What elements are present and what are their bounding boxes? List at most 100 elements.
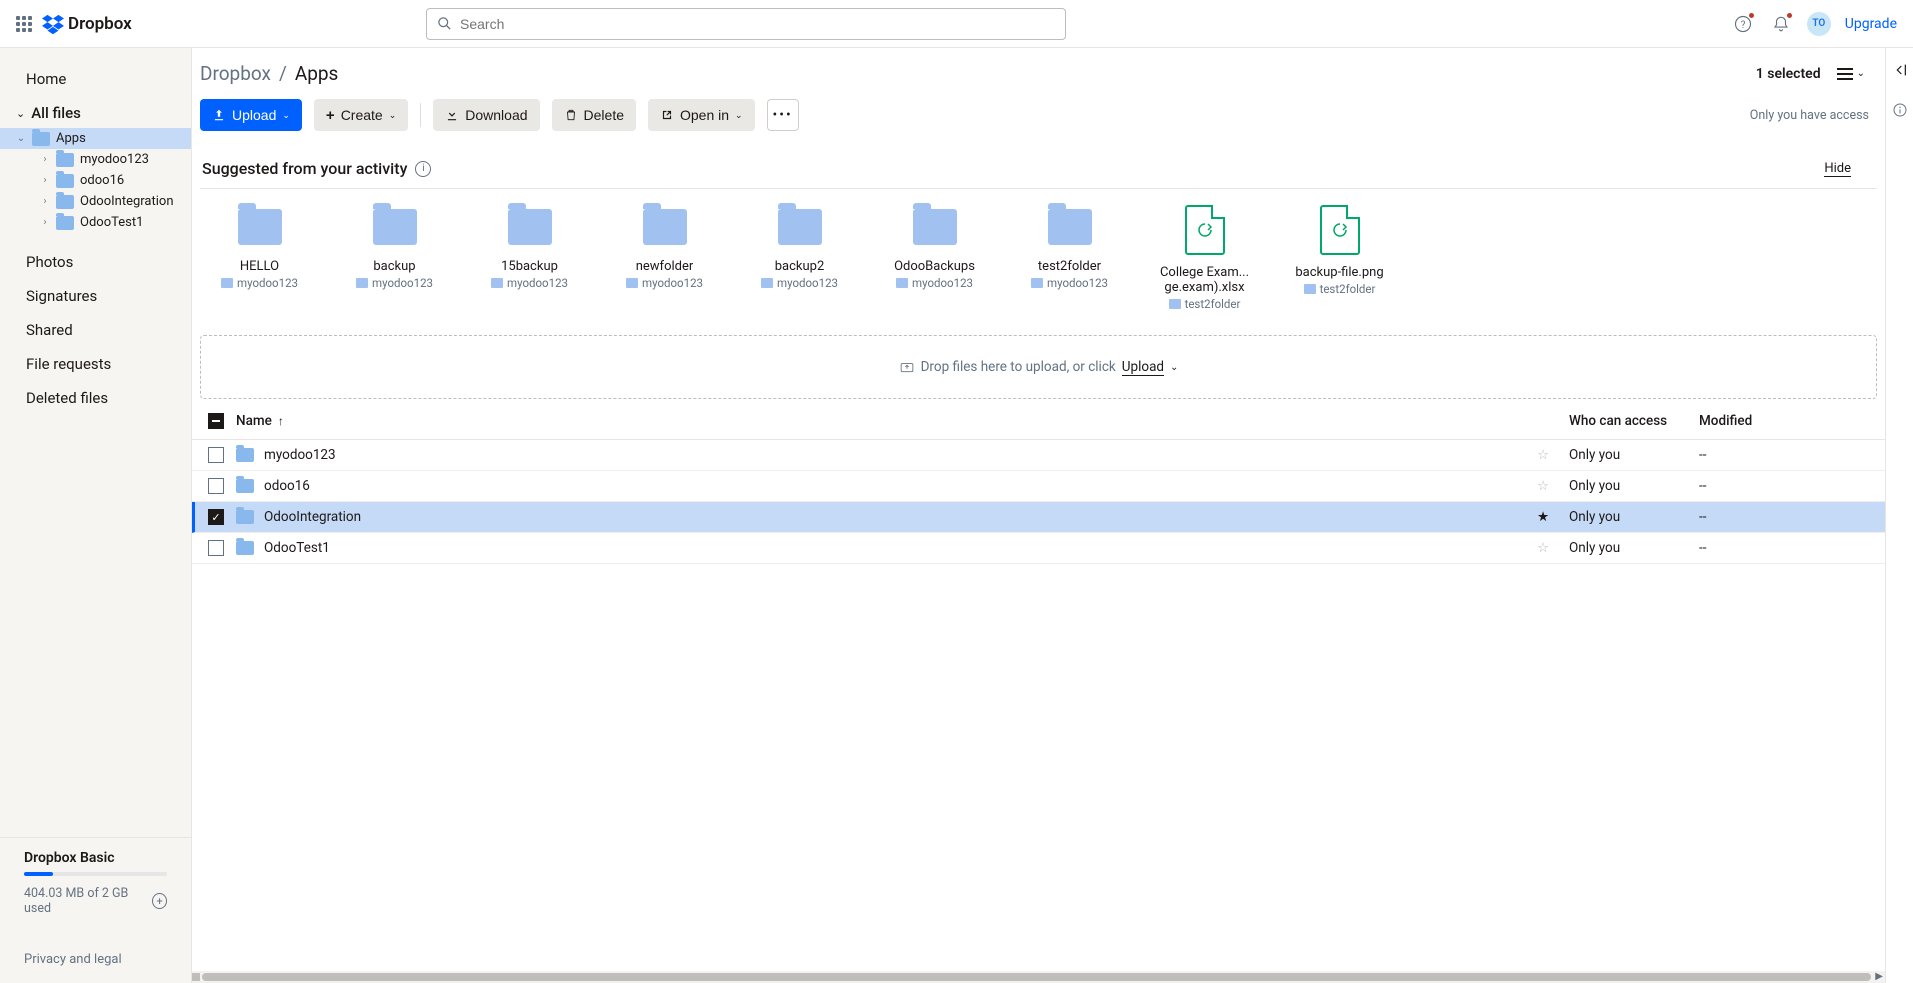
upgrade-storage-button[interactable]: +	[152, 893, 167, 909]
folder-icon	[913, 209, 957, 245]
suggested-name: test2folder	[1038, 259, 1101, 274]
folder-icon	[236, 448, 254, 462]
suggested-path: myodoo123	[896, 276, 973, 290]
sidebar-deleted[interactable]: Deleted files	[0, 381, 191, 415]
table-row[interactable]: OdooTest1☆Only you--	[192, 533, 1885, 564]
download-button[interactable]: Download	[433, 99, 539, 131]
search-field[interactable]	[460, 16, 1055, 32]
plus-icon: +	[326, 107, 335, 124]
suggested-item[interactable]: HELLOmyodoo123	[192, 201, 327, 311]
star-button[interactable]: ☆	[1537, 447, 1553, 463]
select-all-checkbox[interactable]	[208, 413, 224, 429]
table-row[interactable]: odoo16☆Only you--	[192, 471, 1885, 502]
table-row[interactable]: ✓OdooIntegration★Only you--	[192, 502, 1885, 533]
horizontal-scrollbar[interactable]: ▶	[192, 971, 1885, 983]
tree-item-apps[interactable]: ⌄ Apps	[0, 128, 191, 149]
suggested-item[interactable]: 15backup myodoo123	[462, 201, 597, 311]
notifications-button[interactable]	[1769, 12, 1793, 36]
suggested-name: HELLO	[240, 259, 279, 274]
table-row[interactable]: myodoo123☆Only you--	[192, 440, 1885, 471]
openin-button[interactable]: Open in ⌄	[648, 99, 755, 131]
access-text: Only you	[1569, 478, 1699, 494]
sidebar-signatures[interactable]: Signatures	[0, 279, 191, 313]
sidebar-allfiles[interactable]: ⌄ All files	[0, 98, 191, 128]
suggested-path: myodoo123	[491, 276, 568, 290]
help-button[interactable]: ?	[1731, 12, 1755, 36]
star-button[interactable]: ★	[1537, 509, 1553, 525]
access-note: Only you have access	[1750, 108, 1877, 123]
more-actions-button[interactable]: •••	[767, 99, 799, 131]
sidebar-photos[interactable]: Photos	[0, 245, 191, 279]
breadcrumb-current: Apps	[295, 62, 339, 85]
tree-item[interactable]: ›OdooIntegration	[0, 191, 191, 212]
row-checkbox[interactable]: ✓	[208, 509, 224, 525]
suggested-path: myodoo123	[626, 276, 703, 290]
delete-button[interactable]: Delete	[552, 99, 636, 131]
folder-icon	[643, 209, 687, 245]
chevron-right-icon: ›	[40, 196, 50, 207]
folder-icon	[236, 541, 254, 555]
dropbox-icon	[42, 14, 64, 34]
tree-item[interactable]: ›OdooTest1	[0, 212, 191, 233]
suggested-item[interactable]: College Exam...ge.exam).xlsxtest2folder	[1137, 201, 1272, 311]
main-content: Dropbox / Apps 1 selected ⌄ Upload ⌄	[192, 48, 1885, 983]
download-icon	[445, 108, 459, 122]
collapse-panel-button[interactable]	[1892, 62, 1908, 78]
suggested-item[interactable]: OdooBackups myodoo123	[867, 201, 1002, 311]
suggested-item[interactable]: backupmyodoo123	[327, 201, 462, 311]
sidebar-home[interactable]: Home	[0, 62, 191, 98]
folder-icon	[508, 209, 552, 245]
chevron-down-icon: ⌄	[1170, 362, 1178, 373]
row-checkbox[interactable]	[208, 447, 224, 463]
star-button[interactable]: ☆	[1537, 478, 1553, 494]
file-icon	[1320, 205, 1360, 255]
row-checkbox[interactable]	[208, 478, 224, 494]
col-modified-header[interactable]: Modified	[1699, 413, 1869, 429]
storage-bar	[24, 872, 167, 876]
view-toggle-button[interactable]: ⌄	[1837, 67, 1865, 81]
dropbox-logo[interactable]: Dropbox	[42, 14, 132, 34]
search-input[interactable]	[426, 8, 1066, 40]
sidebar-shared[interactable]: Shared	[0, 313, 191, 347]
plan-name: Dropbox Basic	[24, 850, 167, 866]
suggested-item[interactable]: newfolder myodoo123	[597, 201, 732, 311]
suggested-item[interactable]: backup2myodoo123	[732, 201, 867, 311]
breadcrumb-root[interactable]: Dropbox	[200, 62, 271, 85]
sidebar-filerequests[interactable]: File requests	[0, 347, 191, 381]
dropzone-upload-link[interactable]: Upload	[1122, 359, 1164, 376]
suggested-name: newfolder	[636, 259, 694, 274]
suggested-item[interactable]: test2foldermyodoo123	[1002, 201, 1137, 311]
folder-icon	[236, 479, 254, 493]
col-access-header[interactable]: Who can access	[1569, 413, 1699, 429]
create-button[interactable]: + Create ⌄	[314, 99, 408, 131]
search-icon	[437, 16, 452, 31]
selection-count: 1 selected	[1756, 66, 1821, 82]
chevron-down-icon: ⌄	[16, 107, 25, 120]
access-text: Only you	[1569, 540, 1699, 556]
suggested-item[interactable]: backup-file.pngtest2folder	[1272, 201, 1407, 311]
modified-text: --	[1699, 540, 1869, 556]
upload-button[interactable]: Upload ⌄	[200, 99, 302, 131]
row-checkbox[interactable]	[208, 540, 224, 556]
folder-icon	[373, 209, 417, 245]
upgrade-link[interactable]: Upgrade	[1845, 16, 1897, 32]
brand-text: Dropbox	[68, 14, 132, 34]
tree-item[interactable]: ›myodoo123	[0, 149, 191, 170]
tree-item[interactable]: ›odoo16	[0, 170, 191, 191]
dropzone[interactable]: Drop files here to upload, or click Uplo…	[200, 335, 1877, 399]
suggested-name: OdooBackups	[894, 259, 975, 274]
info-panel-button[interactable]	[1892, 102, 1908, 118]
privacy-legal-link[interactable]: Privacy and legal	[24, 952, 167, 967]
hide-suggested-button[interactable]: Hide	[1824, 161, 1851, 177]
suggested-name: 15backup	[501, 259, 558, 274]
avatar[interactable]: TO	[1807, 12, 1831, 36]
storage-text: 404.03 MB of 2 GB used	[24, 886, 146, 916]
col-name-header[interactable]: Name ↑	[236, 413, 1533, 429]
info-icon[interactable]: i	[415, 161, 431, 177]
modified-text: --	[1699, 478, 1869, 494]
suggested-grid: HELLOmyodoo123backupmyodoo12315backupmyo…	[192, 189, 1885, 327]
more-icon: •••	[773, 107, 793, 123]
star-button[interactable]: ☆	[1537, 540, 1553, 556]
app-launcher-icon[interactable]	[16, 16, 32, 32]
chevron-down-icon: ⌄	[735, 110, 743, 121]
